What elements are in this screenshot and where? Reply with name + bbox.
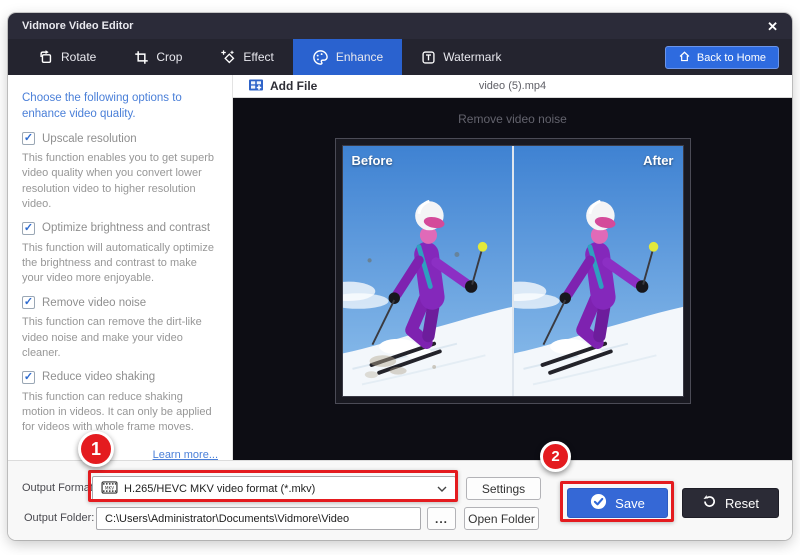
- tab-rotate[interactable]: Rotate: [8, 39, 115, 75]
- option-description: This function enables you to get superb …: [22, 152, 215, 210]
- tab-label: Crop: [156, 50, 183, 64]
- output-folder-input[interactable]: C:\Users\Administrator\Documents\Vidmore…: [96, 507, 421, 530]
- window-title: Vidmore Video Editor: [22, 20, 134, 32]
- option-description: This function will automatically optimiz…: [22, 241, 214, 285]
- chevron-down-icon: [437, 483, 447, 495]
- checkbox-upscale-resolution[interactable]: ✓: [22, 132, 35, 146]
- tab-label: Effect: [243, 50, 274, 64]
- back-to-home-label: Back to Home: [696, 51, 766, 64]
- open-folder-label: Open Folder: [468, 511, 535, 526]
- option-reduce-shaking: ✓ Reduce video shaking: [22, 370, 218, 384]
- output-folder-value: C:\Users\Administrator\Documents\Vidmore…: [105, 512, 350, 525]
- preview-caption: Remove video noise: [458, 112, 567, 126]
- settings-button[interactable]: Settings: [466, 477, 541, 500]
- output-format-dropdown[interactable]: MKV H.265/HEVC MKV video format (*.mkv): [92, 476, 456, 501]
- save-button[interactable]: Save: [567, 488, 668, 518]
- add-file-label: Add File: [270, 79, 318, 93]
- enhance-options-sidebar: Choose the following options to enhance …: [8, 75, 233, 460]
- output-folder-label: Output Folder:: [24, 512, 95, 524]
- close-icon[interactable]: ✕: [767, 20, 778, 33]
- reset-label: Reset: [725, 495, 759, 511]
- option-label: Upscale resolution: [42, 132, 137, 145]
- watermark-icon: [421, 50, 436, 65]
- sidebar-heading: Choose the following options to enhance …: [22, 92, 182, 121]
- svg-text:MKV: MKV: [105, 485, 114, 490]
- tab-label: Rotate: [61, 50, 97, 64]
- content-row: Choose the following options to enhance …: [8, 75, 792, 460]
- tab-label: Watermark: [443, 50, 502, 64]
- reset-button[interactable]: Reset: [682, 488, 779, 518]
- check-circle-icon: [590, 493, 607, 513]
- enhance-palette-icon: [312, 49, 329, 66]
- after-image: After: [514, 146, 683, 396]
- settings-label: Settings: [481, 481, 526, 496]
- tab-watermark[interactable]: Watermark: [402, 39, 520, 75]
- file-bar: Add File video (5).mp4: [233, 75, 792, 98]
- crop-icon: [134, 50, 149, 65]
- before-label: Before: [351, 153, 393, 168]
- after-label: After: [643, 153, 674, 168]
- before-after-image: Before After: [341, 145, 684, 397]
- effect-icon: [220, 49, 236, 65]
- rotate-icon: [38, 49, 54, 65]
- title-bar: Vidmore Video Editor ✕: [8, 13, 792, 39]
- option-label: Remove video noise: [42, 296, 147, 309]
- screenshot-page: Vidmore Video Editor ✕ Rotate Crop Effec…: [0, 0, 800, 555]
- open-folder-button[interactable]: Open Folder: [464, 507, 539, 530]
- option-description: This function can reduce shaking motion …: [22, 390, 212, 434]
- mkv-format-icon: MKV: [101, 480, 118, 497]
- app-window: Vidmore Video Editor ✕ Rotate Crop Effec…: [8, 13, 792, 540]
- tab-enhance[interactable]: Enhance: [292, 39, 403, 75]
- main-panel: Add File video (5).mp4 Remove video nois…: [233, 75, 792, 460]
- save-label: Save: [615, 495, 645, 511]
- back-to-home-button[interactable]: Back to Home: [664, 46, 779, 69]
- output-bar: Output Format: MKV H.265/HEVC MKV video …: [8, 460, 792, 540]
- option-label: Optimize brightness and contrast: [42, 222, 211, 235]
- preview-area: Remove video noise Before After: [233, 98, 792, 460]
- option-remove-noise: ✓ Remove video noise: [22, 296, 218, 310]
- checkbox-reduce-shaking[interactable]: ✓: [22, 370, 35, 384]
- option-optimize-brightness: ✓ Optimize brightness and contrast: [22, 221, 218, 235]
- before-after-frame: Before After: [334, 138, 691, 404]
- tab-effect[interactable]: Effect: [201, 39, 292, 75]
- output-format-value: H.265/HEVC MKV video format (*.mkv): [124, 482, 316, 495]
- tab-bar: Rotate Crop Effect Enhance Watermark Bac…: [8, 39, 792, 75]
- add-file-button[interactable]: Add File: [233, 78, 317, 95]
- browse-folder-button[interactable]: ...: [427, 507, 456, 530]
- tab-crop[interactable]: Crop: [115, 39, 201, 75]
- tab-label: Enhance: [335, 50, 384, 64]
- option-upscale-resolution: ✓ Upscale resolution: [22, 132, 218, 146]
- checkbox-optimize-brightness[interactable]: ✓: [22, 221, 35, 235]
- add-file-icon: [248, 78, 264, 95]
- learn-more-link[interactable]: Learn more...: [22, 449, 218, 460]
- reset-icon: [702, 494, 717, 512]
- output-format-label: Output Format:: [22, 482, 96, 494]
- option-label: Reduce video shaking: [42, 371, 156, 384]
- ellipsis-icon: ...: [434, 511, 448, 526]
- checkbox-remove-noise[interactable]: ✓: [22, 296, 35, 310]
- before-image: Before: [343, 146, 512, 396]
- home-icon: [678, 50, 691, 66]
- option-description: This function can remove the dirt-like v…: [22, 316, 202, 359]
